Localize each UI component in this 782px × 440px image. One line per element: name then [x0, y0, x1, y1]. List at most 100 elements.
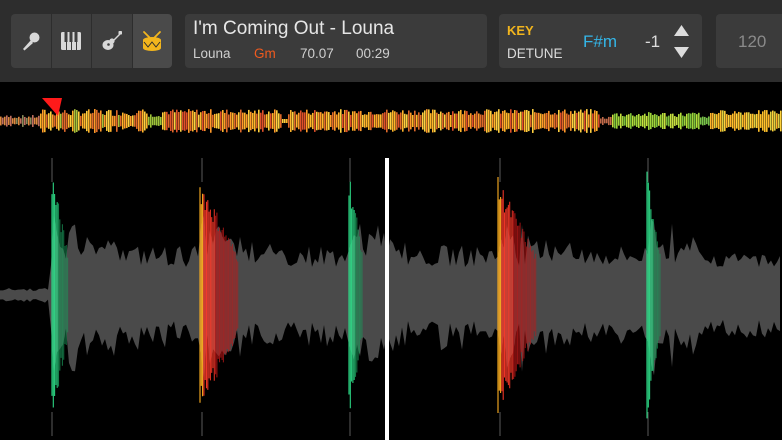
- overview-wave-bar: [430, 113, 432, 129]
- overview-wave-bar: [660, 114, 662, 128]
- overview-wave-bar: [288, 114, 290, 128]
- overview-wave-bar: [60, 113, 62, 129]
- overview-waveform-bars: [0, 109, 782, 133]
- overview-wave-bar: [522, 111, 524, 131]
- overview-wave-bar: [74, 109, 76, 133]
- overview-wave-bar: [82, 113, 84, 129]
- overview-wave-bar: [454, 113, 456, 129]
- tempo-panel[interactable]: 120: [716, 14, 782, 68]
- vocals-stem-button[interactable]: [11, 14, 51, 68]
- overview-wave-bar: [474, 113, 476, 129]
- overview-wave-bar: [700, 117, 702, 125]
- overview-wave-bar: [412, 114, 414, 128]
- overview-wave-bar: [302, 112, 304, 130]
- overview-wave-bar: [686, 113, 688, 129]
- overview-wave-bar: [44, 109, 46, 133]
- track-time: 00:29: [356, 46, 390, 61]
- overview-wave-bar: [188, 109, 190, 133]
- overview-wave-bar: [680, 112, 682, 130]
- overview-wave-bar: [184, 111, 186, 131]
- overview-wave-bar: [86, 110, 88, 132]
- overview-wave-bar: [420, 114, 422, 128]
- drums-stem-button[interactable]: [132, 14, 172, 68]
- overview-wave-bar: [696, 114, 698, 128]
- overview-wave-bar: [766, 110, 768, 132]
- overview-wave-bar: [572, 113, 574, 129]
- overview-wave-bar: [718, 112, 720, 130]
- track-title: I'm Coming Out - Louna: [193, 18, 395, 39]
- overview-wave-bar: [168, 114, 170, 128]
- track-overview-waveform[interactable]: [0, 82, 782, 150]
- overview-wave-bar: [142, 109, 144, 133]
- overview-wave-bar: [0, 116, 2, 126]
- overview-wave-bar: [600, 118, 602, 124]
- overview-wave-bar: [634, 116, 636, 126]
- overview-wave-bar: [240, 109, 242, 133]
- overview-wave-bar: [382, 113, 384, 129]
- keys-stem-button[interactable]: [51, 14, 91, 68]
- overview-wave-bar: [394, 111, 396, 131]
- overview-wave-bar: [464, 110, 466, 132]
- overview-wave-bar: [652, 114, 654, 128]
- overview-wave-bar: [358, 111, 360, 131]
- overview-wave-bar: [690, 113, 692, 129]
- detune-down-button[interactable]: [673, 45, 689, 59]
- main-waveform[interactable]: [0, 150, 782, 440]
- overview-wave-bar: [230, 112, 232, 130]
- overview-wave-bar: [312, 112, 314, 130]
- overview-wave-bar: [744, 112, 746, 130]
- guitar-stem-button[interactable]: [92, 14, 132, 68]
- overview-wave-bar: [582, 112, 584, 130]
- overview-wave-bar: [692, 112, 694, 130]
- overview-wave-bar: [446, 112, 448, 130]
- overview-wave-bar: [666, 116, 668, 126]
- overview-wave-bar: [152, 116, 154, 126]
- overview-wave-bar: [232, 112, 234, 130]
- overview-wave-bar: [568, 114, 570, 128]
- overview-wave-bar: [632, 115, 634, 127]
- overview-wave-bar: [132, 115, 134, 127]
- overview-wave-bar: [622, 115, 624, 127]
- overview-wave-bar: [626, 114, 628, 128]
- track-artist: Louna: [193, 46, 231, 61]
- overview-wave-bar: [342, 113, 344, 129]
- overview-wave-bar: [640, 115, 642, 127]
- overview-wave-bar: [136, 113, 138, 129]
- drum-icon: [143, 31, 162, 51]
- overview-wave-bar: [534, 112, 536, 130]
- overview-wave-bar: [624, 116, 626, 126]
- overview-wave-bar: [78, 111, 80, 131]
- overview-wave-bar: [316, 111, 318, 131]
- overview-wave-bar: [448, 111, 450, 131]
- overview-wave-bar: [418, 112, 420, 130]
- overview-wave-bar: [176, 109, 178, 133]
- overview-wave-bar: [138, 110, 140, 132]
- overview-wave-bar: [266, 114, 268, 128]
- overview-wave-bar: [506, 112, 508, 130]
- overview-wave-bar: [308, 113, 310, 129]
- overview-wave-bar: [106, 111, 108, 131]
- detune-value: -1: [645, 32, 661, 51]
- overview-wave-bar: [150, 114, 152, 128]
- stem-button-group: [11, 14, 173, 68]
- overview-wave-bar: [656, 114, 658, 128]
- overview-wave-bar: [548, 110, 550, 132]
- overview-wave-bar: [328, 112, 330, 130]
- overview-wave-bar: [668, 115, 670, 127]
- overview-wave-bar: [76, 109, 78, 133]
- overview-wave-bar: [768, 114, 770, 128]
- detune-up-button[interactable]: [673, 23, 689, 37]
- overview-wave-bar: [662, 112, 664, 130]
- overview-wave-bar: [94, 109, 96, 133]
- overview-wave-bar: [414, 110, 416, 132]
- overview-wave-bar: [146, 113, 148, 129]
- overview-wave-bar: [452, 111, 454, 131]
- overview-wave-bar: [456, 113, 458, 129]
- overview-wave-bar: [780, 110, 782, 132]
- overview-wave-bar: [170, 111, 172, 131]
- overview-wave-bar: [220, 111, 222, 131]
- overview-wave-bar: [682, 115, 684, 127]
- overview-wave-bar: [396, 112, 398, 130]
- overview-wave-bar: [336, 114, 338, 128]
- overview-wave-bar: [286, 119, 288, 123]
